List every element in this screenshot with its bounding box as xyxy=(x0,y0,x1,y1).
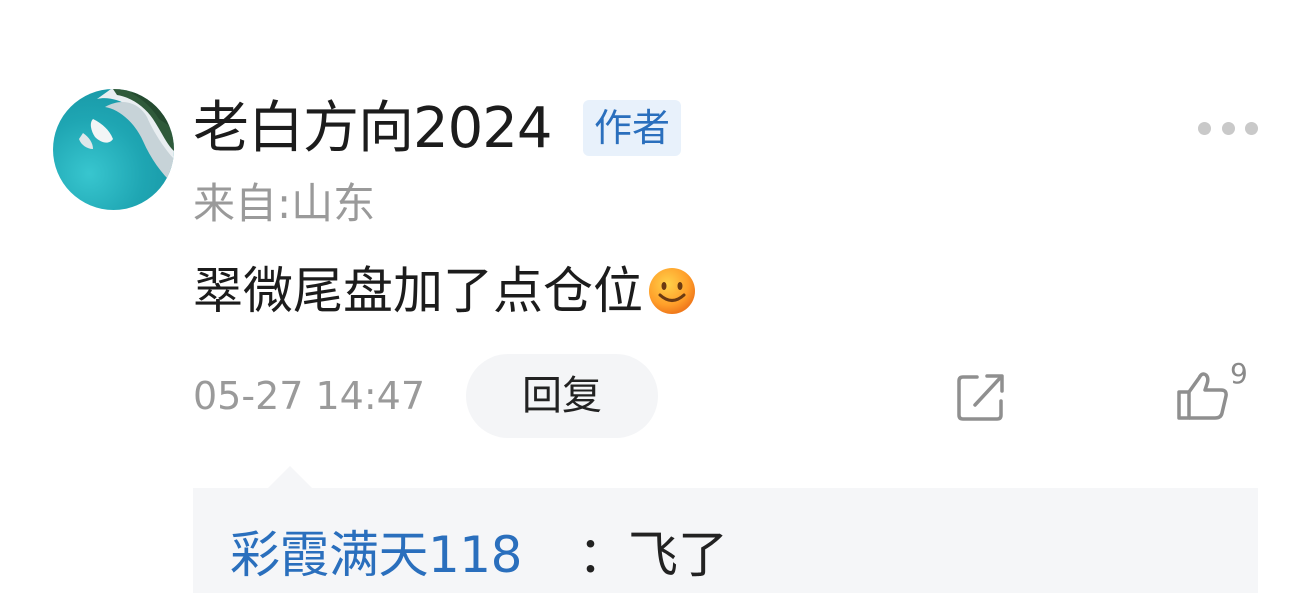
dot xyxy=(1198,121,1211,135)
dot xyxy=(1221,121,1235,135)
reply-username[interactable]: 彩霞满天118 xyxy=(230,522,522,588)
comment-text: 翠微尾盘加了点仓位 xyxy=(193,262,643,320)
reply-button[interactable]: 回复 xyxy=(466,354,658,438)
smile-emoji xyxy=(649,268,695,314)
location-label: 来自:山东 xyxy=(193,179,376,228)
more-dots-icon[interactable] xyxy=(1198,113,1258,143)
reply-content: 飞了 xyxy=(628,526,728,584)
reply-box-pointer xyxy=(268,466,312,488)
comment-body: 翠微尾盘加了点仓位 xyxy=(193,258,697,324)
share-icon[interactable] xyxy=(955,371,1007,423)
avatar-image xyxy=(79,89,174,185)
author-badge: 作者 xyxy=(583,100,681,156)
like-count: 9 xyxy=(1230,357,1248,390)
timestamp: 05-27 14:47 xyxy=(193,374,426,418)
dot xyxy=(1245,121,1258,135)
reply-text: ：飞了 xyxy=(578,522,728,588)
avatar[interactable] xyxy=(53,89,174,210)
reply-separator: ： xyxy=(578,526,628,584)
username[interactable]: 老白方向2024 xyxy=(193,96,553,162)
thumbs-up-icon[interactable] xyxy=(1175,368,1231,424)
